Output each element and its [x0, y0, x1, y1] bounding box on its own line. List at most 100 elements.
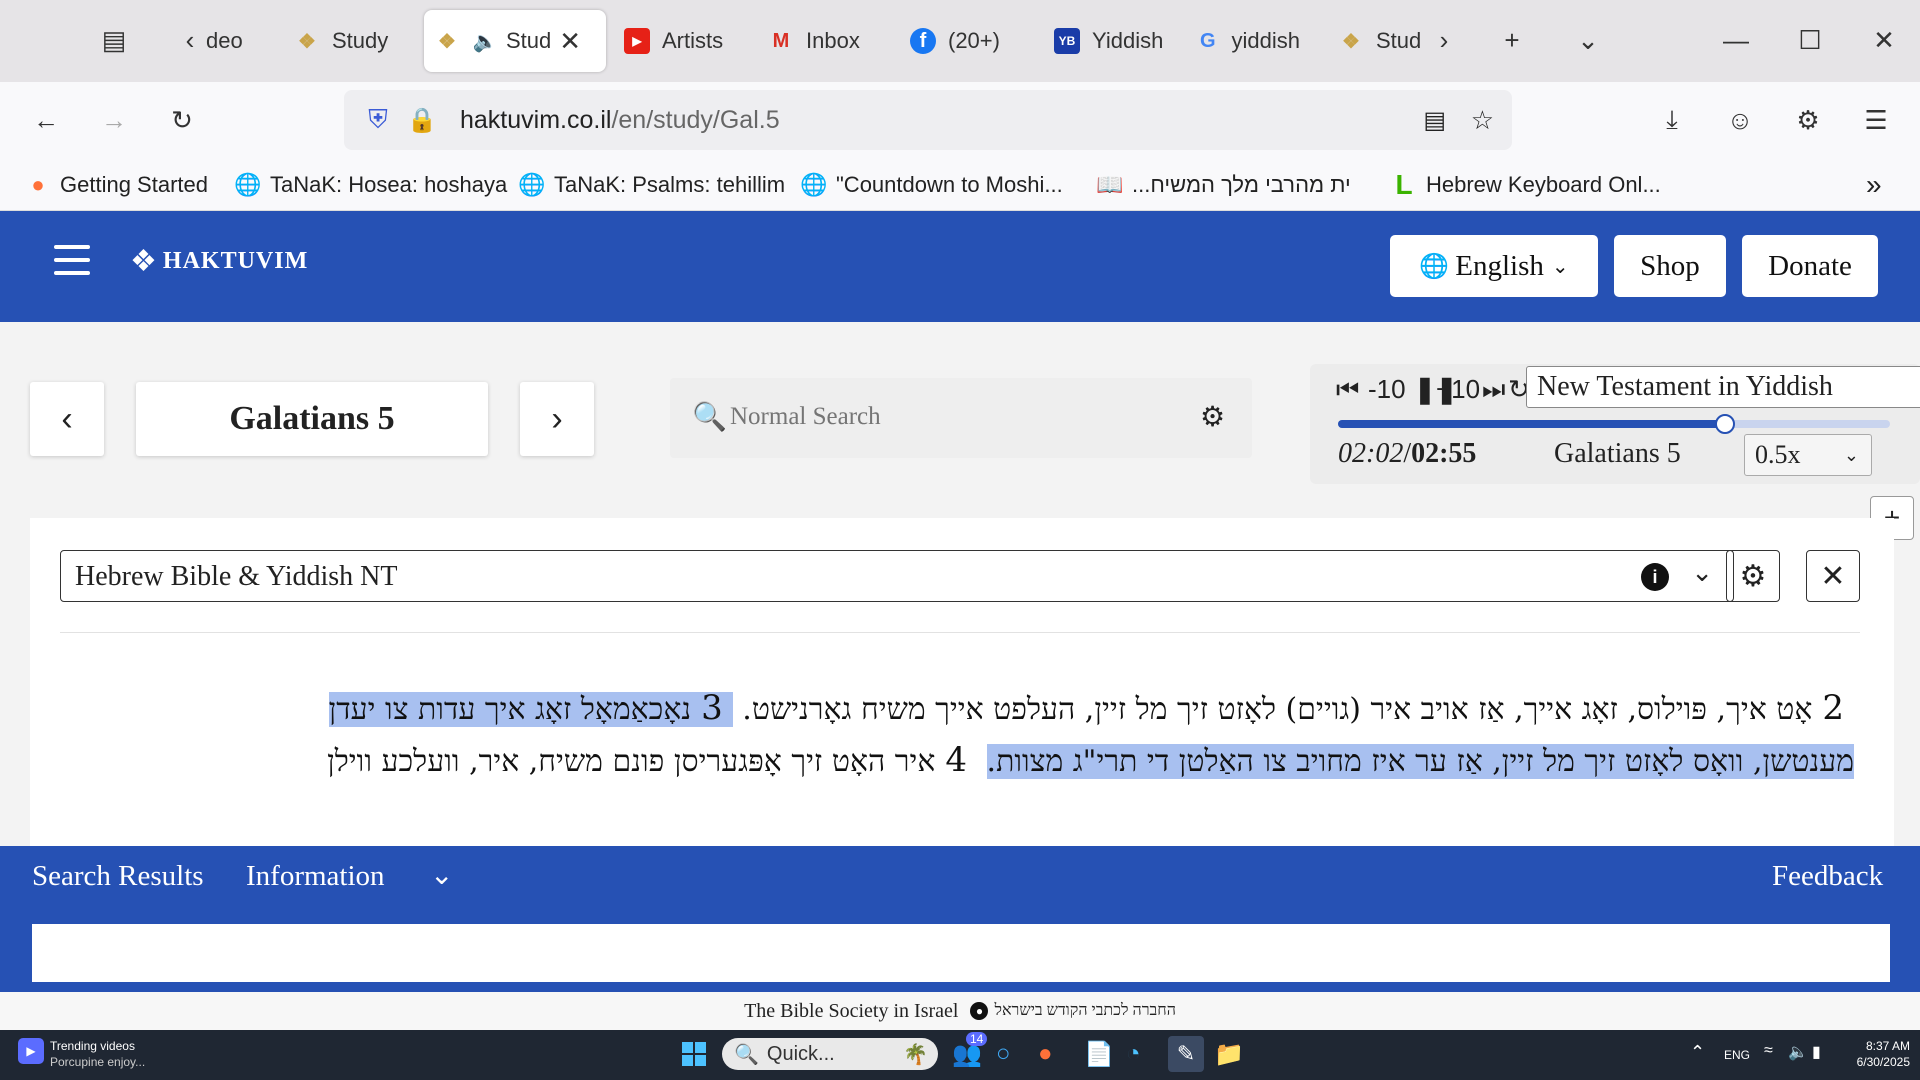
tab-label: Yiddish [1092, 28, 1164, 53]
widget-subtitle: Porcupine enjoy... [50, 1055, 146, 1069]
donate-button[interactable]: Donate [1742, 235, 1878, 297]
shop-button[interactable]: Shop [1614, 235, 1726, 297]
verse-number-2[interactable]: 2 [1822, 688, 1844, 728]
bottom-panel-content [32, 924, 1890, 982]
language-indicator[interactable]: ENG [1724, 1048, 1750, 1062]
reader-view-icon[interactable]: ▤ [1423, 106, 1446, 135]
tab-facebook[interactable]: f (20+) [910, 10, 1022, 72]
panel-close-button[interactable]: ✕ [1806, 550, 1860, 602]
verse-4-text[interactable]: איר האָט זיך אָפּגעריסן פונם משיח, איר, … [327, 744, 935, 779]
tab-label: Stud [1376, 28, 1422, 53]
bookmark-hebrew-keyboard[interactable]: L Hebrew Keyboard Onl... [1390, 168, 1660, 202]
maximize-icon[interactable]: ☐ [1790, 20, 1830, 60]
new-tab-icon[interactable]: + [1492, 20, 1532, 60]
audio-progress-track[interactable] [1338, 414, 1890, 434]
reload-icon[interactable]: ↻ [162, 100, 202, 140]
playback-speed-label: 0.5x [1755, 440, 1801, 469]
file-icon[interactable]: 📄 [1084, 1040, 1114, 1069]
next-chapter-button[interactable]: › [520, 382, 594, 456]
site-logo[interactable]: ❖ HAKTUVIM [130, 241, 308, 281]
bookmark-psalms[interactable]: 🌐 TaNaK: Psalms: tehillim [518, 168, 785, 202]
tab-google[interactable]: G yiddish [1196, 10, 1300, 72]
main-content: ‹ Galatians 5 › 🔍 ⚙ ⏮ -10 ❚❚ +10 ⏭ ↻ New… [0, 322, 1920, 846]
tab-study-active[interactable]: ❖ 🔈 Stud ✕ [424, 10, 606, 72]
forward-icon[interactable]: → [94, 100, 134, 140]
extensions-icon[interactable]: ⚙ [1788, 100, 1828, 140]
account-icon[interactable]: ☺ [1720, 100, 1760, 140]
search-highlight-icon: 🌴 [903, 1043, 928, 1066]
taskbar-clock[interactable]: 8:37 AM 6/30/2025 [1844, 1038, 1910, 1070]
file-explorer-icon[interactable]: 📁 [1214, 1040, 1244, 1069]
information-tab[interactable]: Information [246, 860, 385, 893]
globe-icon: 🌐 [800, 172, 828, 197]
bookmark-label: ...ית מהרבי מלך המשיח [1132, 172, 1351, 197]
taskbar-search[interactable]: 🔍 Quick... 🌴 [722, 1038, 938, 1070]
footer-text[interactable]: The Bible Society in Israel [744, 1000, 958, 1023]
verse-2-text[interactable]: אָט איך, פּוילוס, זאָג אייך, אַז אויב אי… [742, 692, 1812, 727]
snipping-tool-icon[interactable]: ✎ [1168, 1036, 1204, 1072]
search-settings-gear-icon[interactable]: ⚙ [1200, 400, 1225, 433]
skip-back-icon[interactable]: ⏮ [1336, 374, 1359, 406]
downloads-icon[interactable]: ⤓ [1652, 100, 1692, 140]
bookmark-label: TaNaK: Hosea: hoshaya [270, 172, 508, 197]
tab-gmail[interactable]: M Inbox [768, 10, 878, 72]
tray-chevron-up-icon[interactable]: ⌃ [1690, 1042, 1705, 1063]
forward-10-label[interactable]: +10 [1436, 374, 1480, 405]
search-results-tab[interactable]: Search Results [32, 860, 204, 893]
tab-video[interactable]: deo [206, 10, 266, 72]
bookmarks-overflow-icon[interactable]: » [1866, 168, 1882, 202]
back-icon[interactable]: ← [26, 100, 66, 140]
edge-icon[interactable]: ○ [996, 1040, 1011, 1068]
tab-scroll-left-icon[interactable]: ‹ [170, 20, 210, 60]
tab-study-1[interactable]: ❖ Study [294, 10, 414, 72]
tab-close-icon[interactable]: ✕ [559, 26, 581, 57]
audio-version-select[interactable]: New Testament in Yiddish [1526, 366, 1920, 408]
hamburger-menu-icon[interactable] [54, 245, 90, 275]
info-icon[interactable]: i [1641, 563, 1669, 591]
audio-progress-thumb[interactable] [1714, 414, 1735, 434]
search-input[interactable] [728, 394, 1162, 440]
tab-study-2[interactable]: ❖ Stud [1338, 10, 1422, 72]
bookmark-moshiach[interactable]: 📖 ...ית מהרבי מלך המשיח [1096, 168, 1351, 202]
search-icon: 🔍 [734, 1043, 759, 1066]
tab-youtube[interactable]: ▶ Artists [624, 10, 736, 72]
windows-start-icon[interactable] [682, 1042, 706, 1066]
tab-scroll-right-icon[interactable]: › [1424, 20, 1464, 60]
bookmark-countdown[interactable]: 🌐 "Countdown to Moshi... [800, 168, 1062, 202]
verse-3-text-continued[interactable]: מענטשן, וואָס לאָזט זיך מל זיין, אַז ער … [986, 744, 1854, 779]
bookmark-star-icon[interactable]: ☆ [1471, 105, 1494, 136]
playback-speed-select[interactable]: 0.5x ⌄ [1744, 434, 1872, 476]
app-icon[interactable]: ◔ [1126, 1040, 1141, 1068]
translation-select[interactable]: Hebrew Bible & Yiddish NT i ⌄ [60, 550, 1734, 602]
volume-icon[interactable]: 🔈 [1788, 1042, 1808, 1062]
tab-yiddish[interactable]: YB Yiddish [1054, 10, 1166, 72]
wifi-icon[interactable]: ≈ [1764, 1042, 1773, 1060]
verse-number-4[interactable]: 4 [945, 740, 967, 780]
feedback-tab[interactable]: Feedback [1772, 860, 1883, 893]
tab-label: Artists [662, 28, 724, 53]
chapter-selector[interactable]: Galatians 5 [136, 382, 488, 456]
verse-number-3[interactable]: 3 [701, 688, 723, 728]
minimize-icon[interactable]: — [1716, 20, 1756, 60]
window-close-icon[interactable]: ✕ [1864, 20, 1904, 60]
verse-3-text[interactable]: נאָכאַמאָל זאָג איך עדות צו יעדן [329, 692, 692, 727]
widgets-video-icon[interactable]: ▶ [18, 1038, 44, 1064]
menu-icon[interactable]: ☰ [1856, 100, 1896, 140]
bookmark-hosea[interactable]: 🌐 TaNaK: Hosea: hoshaya [234, 168, 507, 202]
battery-icon[interactable]: ▮ [1812, 1042, 1821, 1062]
firefox-taskbar-icon[interactable]: ● [1038, 1040, 1053, 1068]
language-dropdown[interactable]: 🌐 English ⌄ [1390, 235, 1598, 297]
widgets-news[interactable]: Trending videos Porcupine enjoy... [50, 1038, 145, 1070]
previous-chapter-button[interactable]: ‹ [30, 382, 104, 456]
clock-time: 8:37 AM [1865, 1039, 1910, 1053]
skip-forward-icon[interactable]: ⏭ [1482, 374, 1505, 406]
url-bar[interactable]: ⛨ 🔒 haktuvim.co.il/en/study/Gal.5 ▤ ☆ [344, 90, 1512, 150]
tab-overview-icon[interactable]: ▤ [94, 20, 134, 60]
chevron-down-icon[interactable]: ⌄ [430, 858, 453, 891]
panel-settings-button[interactable]: ⚙ [1726, 550, 1780, 602]
browser-nav-bar: ← → ↻ ⛨ 🔒 haktuvim.co.il/en/study/Gal.5 … [0, 82, 1920, 160]
audio-time-separator: / [1403, 438, 1412, 469]
rewind-10-label[interactable]: -10 [1368, 374, 1406, 405]
tab-list-chevron-icon[interactable]: ⌄ [1568, 20, 1608, 60]
bookmark-getting-started[interactable]: ● Getting Started [24, 168, 208, 202]
